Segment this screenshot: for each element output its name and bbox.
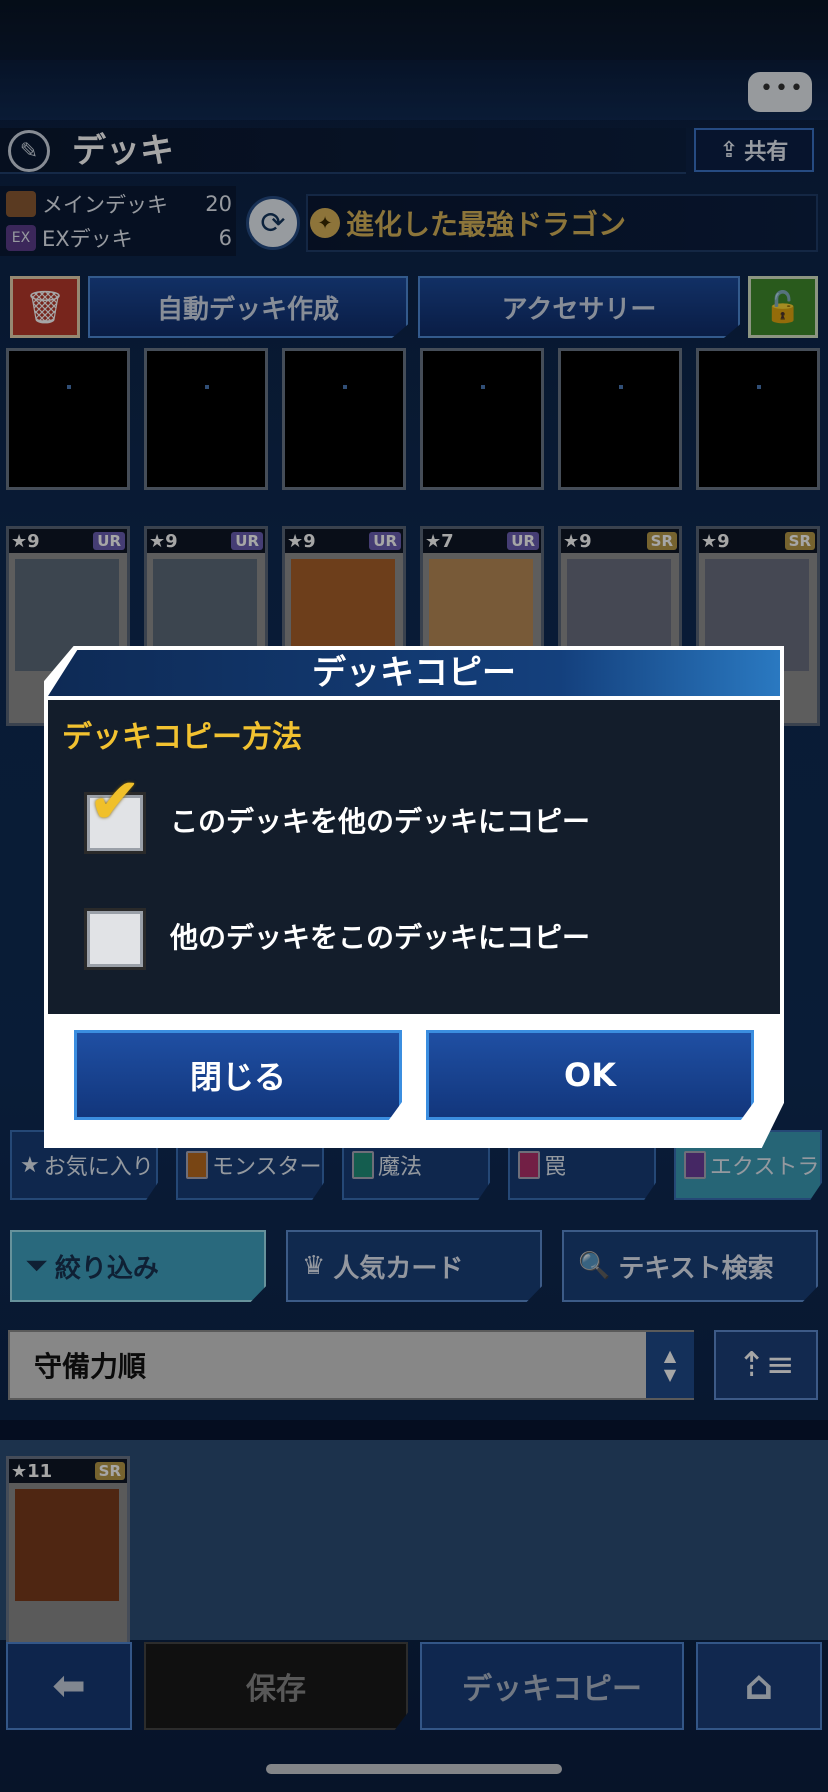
copy-method-heading: デッキコピー方法: [62, 720, 302, 755]
option-label[interactable]: このデッキを他のデッキにコピー: [170, 800, 590, 840]
dialog-title: デッキコピー: [312, 653, 516, 693]
option-copy-to-other[interactable]: ✔: [84, 770, 146, 854]
ok-button[interactable]: OK: [426, 1030, 754, 1120]
checkbox-unchecked[interactable]: [84, 908, 146, 970]
checkmark-icon: ✔: [88, 765, 142, 839]
close-button[interactable]: 閉じる: [74, 1030, 402, 1120]
option-label[interactable]: 他のデッキをこのデッキにコピー: [170, 916, 590, 956]
option-copy-from-other[interactable]: [84, 908, 146, 970]
